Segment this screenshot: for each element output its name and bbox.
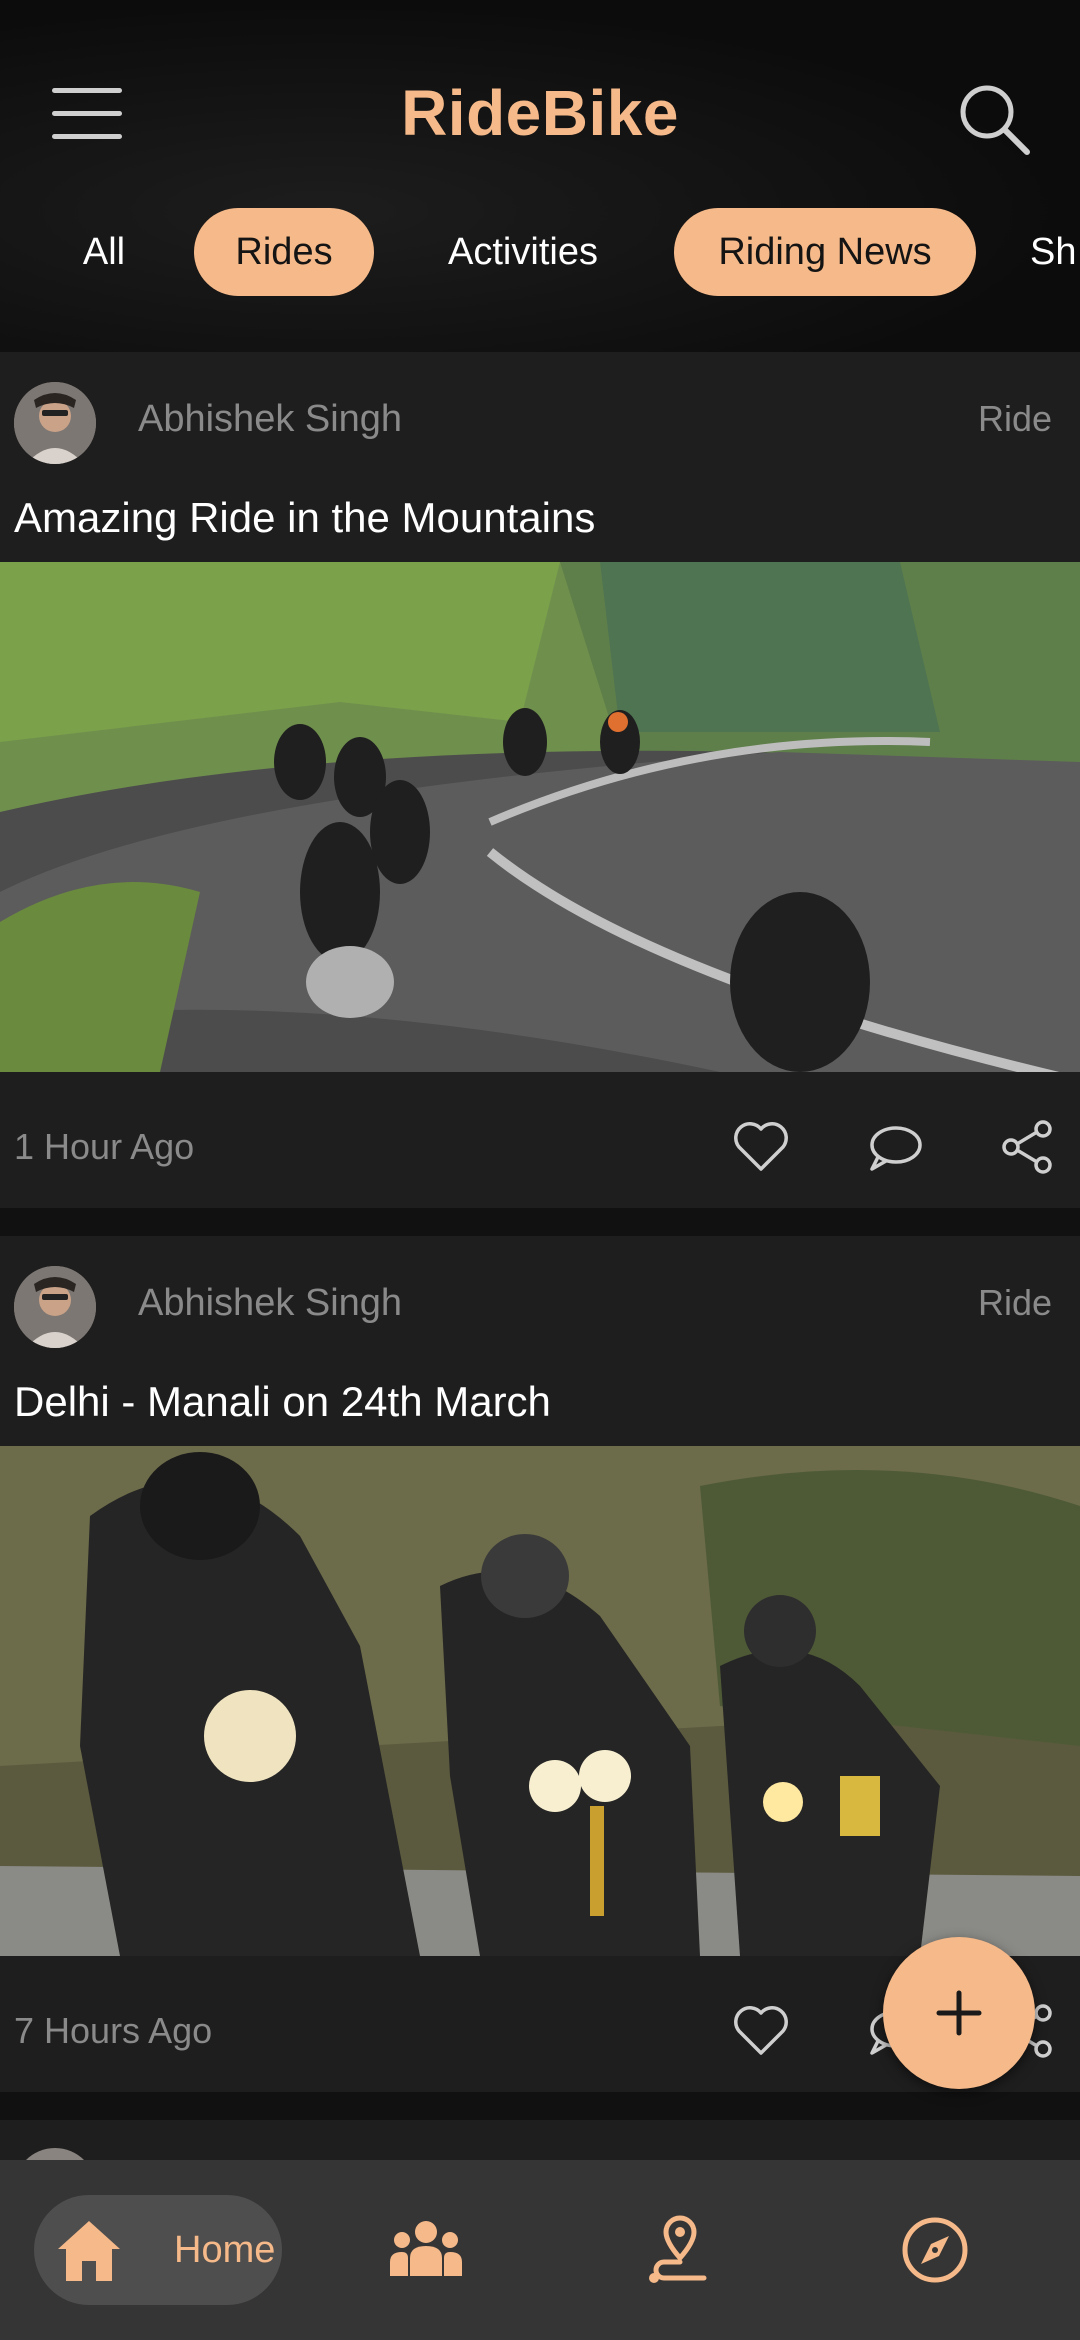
nav-home[interactable]: Home	[34, 2195, 282, 2305]
category-tabs: All Rides Activities Riding News Sh	[0, 208, 1080, 298]
tab-all[interactable]: All	[54, 208, 154, 296]
tab-rides[interactable]: Rides	[194, 208, 374, 296]
post-separator	[0, 1208, 1080, 1236]
tab-riding-news[interactable]: Riding News	[674, 208, 976, 296]
post-title[interactable]: Delhi - Manali on 24th March	[14, 1378, 551, 1426]
route-icon[interactable]	[640, 2210, 720, 2290]
app-header: RideBike All Rides Activities Riding New…	[0, 0, 1080, 352]
post-timestamp: 1 Hour Ago	[14, 1126, 195, 1167]
post-timestamp: 7 Hours Ago	[14, 2010, 213, 2051]
post-separator	[0, 2092, 1080, 2120]
comment-icon[interactable]	[864, 1117, 924, 1177]
post-image[interactable]	[0, 562, 1080, 1072]
home-icon	[58, 2221, 120, 2281]
app-title: RideBike	[401, 77, 679, 149]
post-title[interactable]: Amazing Ride in the Mountains	[14, 494, 595, 542]
post-author[interactable]: Abhishek Singh	[138, 1282, 402, 1325]
avatar[interactable]	[14, 382, 96, 464]
heart-icon[interactable]	[731, 1117, 791, 1177]
nav-home-label: Home	[174, 2229, 276, 2271]
post-author[interactable]: Abhishek Singh	[138, 398, 402, 441]
post-image[interactable]	[0, 1446, 1080, 1956]
bottom-navigation: Home	[0, 2160, 1080, 2340]
plus-icon	[936, 1990, 982, 2036]
post-type: Ride	[977, 1282, 1052, 1323]
post-card: Abhishek Singh Ride Amazing Ride in the …	[0, 352, 1080, 1208]
heart-icon[interactable]	[731, 2001, 791, 2061]
tab-activities[interactable]: Activities	[420, 208, 626, 296]
avatar[interactable]	[14, 1266, 96, 1348]
post-card-partial	[0, 2120, 1080, 2230]
compass-icon[interactable]	[895, 2210, 975, 2290]
tab-sh[interactable]: Sh	[1030, 208, 1080, 296]
community-icon[interactable]	[386, 2210, 466, 2290]
post-type: Ride	[977, 398, 1052, 439]
share-icon[interactable]	[997, 1117, 1057, 1177]
search-icon[interactable]	[955, 80, 1035, 160]
create-post-button[interactable]	[883, 1937, 1035, 2089]
